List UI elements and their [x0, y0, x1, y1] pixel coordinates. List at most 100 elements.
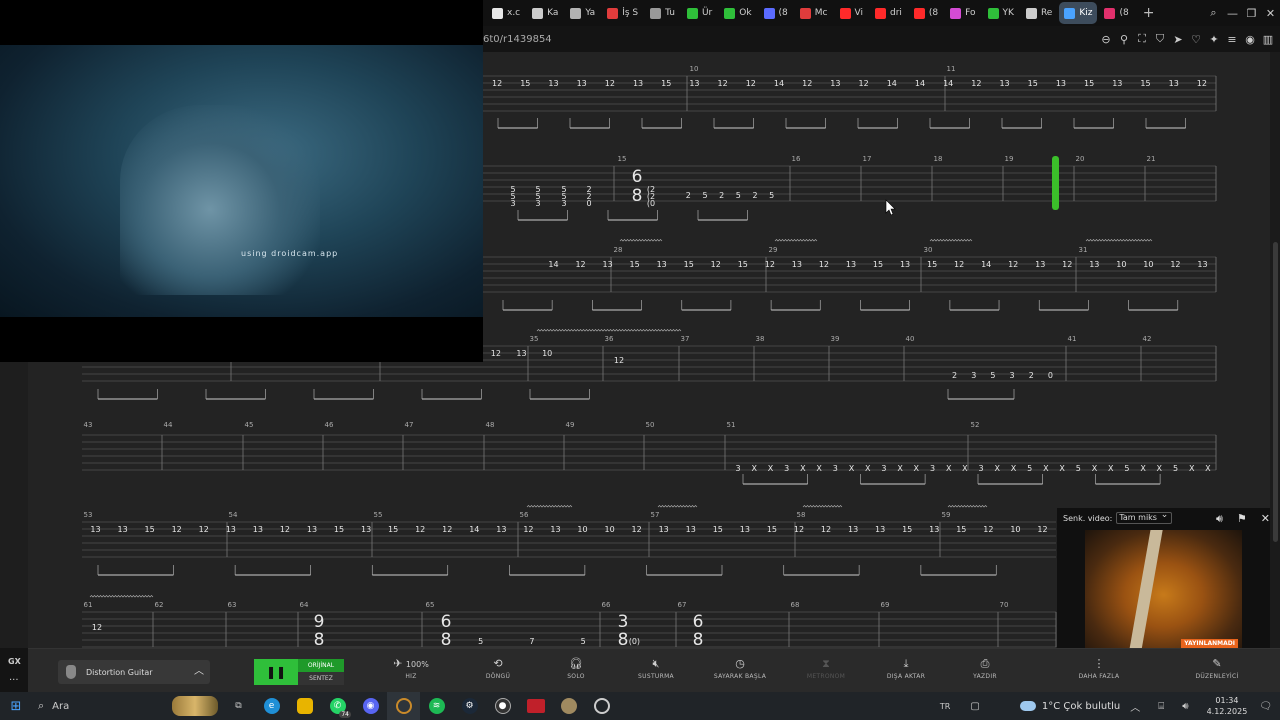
muted-note: X	[995, 464, 1001, 473]
measure-number: 41	[1068, 335, 1077, 343]
print-button[interactable]: ⎙ YAZDIR	[950, 657, 1020, 680]
obs-icon[interactable]: ●	[486, 692, 519, 720]
zoom-icon[interactable]: ⊖	[1100, 33, 1112, 46]
app-gold-icon[interactable]	[552, 692, 585, 720]
tab-note: 13	[657, 260, 667, 269]
edge-icon[interactable]: e	[255, 692, 288, 720]
spotify-icon[interactable]: ≋	[420, 692, 453, 720]
pause-icon[interactable]: ❚❚	[254, 659, 298, 685]
heart-icon[interactable]: ♡	[1190, 33, 1202, 46]
tab-note: 12	[983, 525, 993, 534]
original-synth-toggle[interactable]: ❚❚ ORİJİNAL SENTEZ	[254, 659, 344, 685]
measure-number: 42	[1143, 335, 1152, 343]
measure-number: 54	[229, 511, 238, 519]
browser-tab[interactable]: x.c	[487, 2, 525, 24]
sync-video-header: Senk. video: Tam miks 🔊︎ ⚑ ✕	[1057, 508, 1270, 528]
synth-label[interactable]: SENTEZ	[298, 672, 344, 685]
measure-number: 31	[1079, 246, 1088, 254]
muted-note: X	[1092, 464, 1098, 473]
browser-tab[interactable]: (8	[909, 2, 943, 24]
instrument-selector[interactable]: Distortion Guitar	[58, 660, 208, 684]
weather-widget[interactable]: 1°C Çok bulutlu	[1019, 701, 1120, 712]
editor-button[interactable]: ✎ DÜZENLEYİCİ	[1182, 657, 1252, 680]
page-scrollbar[interactable]	[1270, 52, 1280, 648]
audio-icon[interactable]: 🔊︎	[1216, 512, 1223, 526]
new-tab-icon[interactable]: +	[1136, 5, 1162, 21]
tab-note: 15	[927, 260, 937, 269]
discord-icon[interactable]: ◉	[354, 692, 387, 720]
browser-tab[interactable]: Mc	[795, 2, 833, 24]
muted-note: X	[752, 464, 758, 473]
opera-gx-icon[interactable]	[387, 692, 420, 720]
tab-note: 12	[280, 525, 290, 534]
metronome-button[interactable]: ⧗ METRONOM	[791, 657, 861, 680]
volume-icon[interactable]: 🔊︎	[1182, 701, 1188, 712]
tray-square-icon[interactable]: ▢	[970, 701, 979, 712]
tab-note: 12	[632, 525, 642, 534]
tab-note: 12	[711, 260, 721, 269]
taskbar-search[interactable]: ⌕ Ara	[32, 692, 222, 720]
mix-select[interactable]: Tam miks	[1116, 510, 1173, 524]
browser-tab[interactable]: Tu	[645, 2, 680, 24]
chord-note: 3	[561, 199, 566, 208]
browser-tab[interactable]: YK	[983, 2, 1019, 24]
maximize-icon[interactable]: ❐	[1242, 7, 1261, 20]
browser-tab[interactable]: dri	[870, 2, 907, 24]
flag-icon[interactable]: ⚑	[1237, 512, 1247, 526]
browser-tab[interactable]: Ok	[719, 2, 756, 24]
browser-tab[interactable]: Fo	[945, 2, 980, 24]
minimize-icon[interactable]: —	[1223, 7, 1242, 20]
browser-tab[interactable]: (8	[759, 2, 793, 24]
pin-icon[interactable]: ⚲	[1118, 33, 1130, 46]
network-icon[interactable]: ⌸	[1158, 701, 1164, 712]
scroll-thumb[interactable]	[1273, 242, 1278, 542]
easy-setup-icon[interactable]: ≡	[1226, 33, 1238, 46]
steam-icon[interactable]: ⚙︎	[453, 692, 486, 720]
shield-icon[interactable]: ⛉	[1154, 32, 1166, 46]
more-dots-icon[interactable]: ···	[9, 675, 19, 686]
file-explorer-icon[interactable]	[288, 692, 321, 720]
voice-meeter-icon[interactable]	[519, 692, 552, 720]
whatsapp-icon[interactable]: ✆ 74	[321, 692, 354, 720]
tab-favicon-icon	[1104, 7, 1116, 19]
export-button[interactable]: ⤓ DIŞA AKTAR	[871, 657, 941, 680]
tray-chevron-icon[interactable]: ︿	[1130, 699, 1140, 714]
url-text[interactable]: 6t0/r1439854	[483, 34, 552, 45]
speed-button[interactable]: ✈︎ 100% HIZ	[376, 657, 446, 680]
chevron-up-icon[interactable]: ︿	[188, 660, 210, 684]
close-window-icon[interactable]: ✕	[1261, 7, 1280, 20]
extension-icon[interactable]: ✦	[1208, 33, 1220, 46]
tab-note: 2	[719, 191, 724, 200]
task-view-icon[interactable]: ⧉	[222, 692, 255, 720]
loop-button[interactable]: ⟲ DÖNGÜ	[463, 657, 533, 680]
profile-icon[interactable]: ◉	[1244, 33, 1256, 46]
browser-tab[interactable]: İş S	[602, 2, 643, 24]
language-indicator[interactable]: TR	[940, 702, 950, 711]
muted-note: X	[914, 464, 920, 473]
close-video-icon[interactable]: ✕	[1261, 512, 1270, 526]
original-label[interactable]: ORİJİNAL	[298, 659, 344, 672]
snapshot-icon[interactable]: ⛶	[1136, 32, 1148, 46]
solo-button[interactable]: 🎧︎ SOLO	[541, 657, 611, 680]
sync-video-frame[interactable]: YAYINLANMADI	[1085, 530, 1242, 648]
tab-label: x.c	[507, 8, 521, 18]
browser-tab[interactable]: Kiz	[1059, 2, 1098, 24]
browser-tab[interactable]: Ür	[682, 2, 717, 24]
send-icon[interactable]: ➤	[1172, 33, 1184, 46]
clock[interactable]: 01:34 4.12.2025	[1207, 695, 1248, 717]
browser-tab[interactable]: Vi	[835, 2, 868, 24]
browser-tab[interactable]: (8	[1099, 2, 1133, 24]
search-tabs-icon[interactable]: ⌕	[1204, 6, 1223, 20]
browser-tab[interactable]: Ka	[527, 2, 563, 24]
sidebar-icon[interactable]: ▥	[1262, 33, 1274, 46]
more-button[interactable]: ⋮ DAHA FAZLA	[1064, 657, 1134, 680]
windows-start-icon[interactable]: ⊞	[0, 699, 32, 714]
notification-icon[interactable]: 🗨︎	[1259, 701, 1272, 712]
app-circle-icon[interactable]	[585, 692, 618, 720]
browser-tab[interactable]: Ya	[565, 2, 600, 24]
count-in-button[interactable]: ◷ SAYARAK BAŞLA	[705, 657, 775, 680]
gx-label[interactable]: GX	[8, 657, 21, 666]
browser-tab[interactable]: Re	[1021, 2, 1057, 24]
tab-note: 14	[887, 79, 897, 88]
mute-button[interactable]: 🔇︎ SUSTURMA	[621, 657, 691, 680]
